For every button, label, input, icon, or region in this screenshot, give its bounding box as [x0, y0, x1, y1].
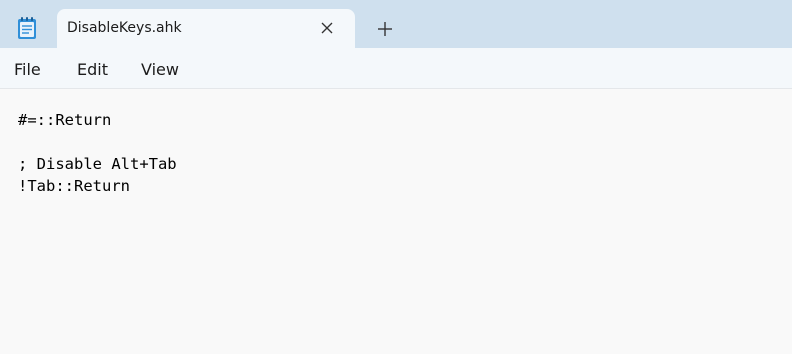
editor-line-4: !Tab::Return [18, 177, 130, 195]
menu-bar: File Edit View [0, 48, 792, 89]
close-icon[interactable] [319, 20, 335, 36]
menu-file[interactable]: File [14, 60, 41, 79]
tab-disablekeys[interactable]: DisableKeys.ahk [57, 9, 355, 48]
text-editor[interactable]: #=::Return ; Disable Alt+Tab !Tab::Retur… [0, 89, 792, 354]
editor-line-1: #=::Return [18, 111, 112, 129]
menu-view[interactable]: View [141, 60, 179, 79]
editor-line-3: ; Disable Alt+Tab [18, 155, 177, 173]
notepad-icon[interactable] [16, 16, 38, 40]
title-bar: DisableKeys.ahk [0, 0, 792, 48]
menu-edit[interactable]: Edit [77, 60, 108, 79]
tab-title: DisableKeys.ahk [67, 20, 182, 36]
plus-icon[interactable] [376, 20, 394, 38]
